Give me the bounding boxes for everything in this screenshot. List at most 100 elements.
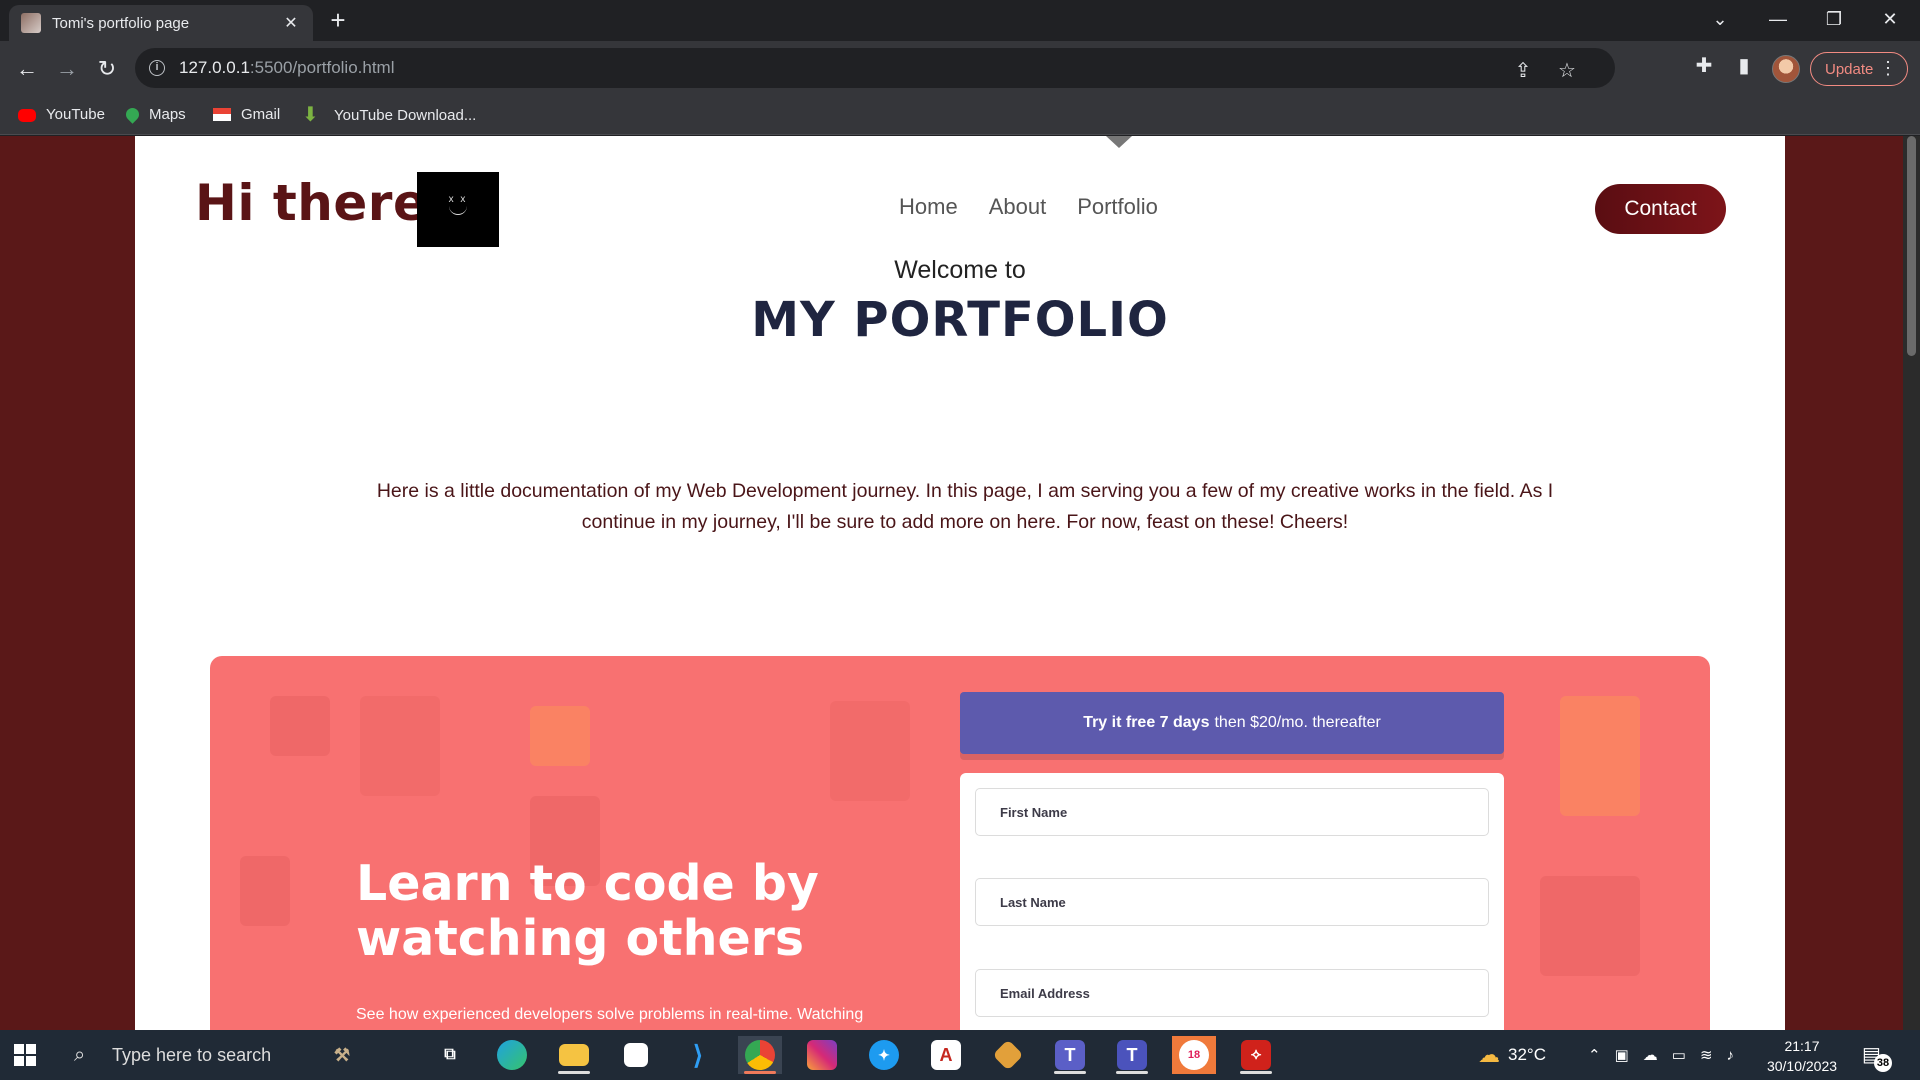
bookmark-youtube-download[interactable]: ⬇ YouTube Download... xyxy=(302,105,477,125)
promo-section: Learn to code by watching others See how… xyxy=(210,656,1710,1030)
url-path: :5500/portfolio.html xyxy=(249,58,395,77)
weather-widget[interactable]: ☁ 32°C xyxy=(1478,1030,1546,1080)
extensions-icon[interactable]: ✚ xyxy=(1690,53,1718,78)
signup-form xyxy=(960,773,1504,1030)
pdf-reader-icon[interactable]: ⟡ xyxy=(1234,1036,1278,1074)
update-button[interactable]: Update ⋮ xyxy=(1810,52,1908,86)
chrome-icon[interactable] xyxy=(738,1036,782,1074)
forward-icon[interactable]: → xyxy=(51,53,83,85)
system-tray: ⌃ ▣ ☁ ▭ ≋ ♪ xyxy=(1588,1030,1734,1080)
instagram-icon[interactable] xyxy=(800,1036,844,1074)
weather-icon: ☁ xyxy=(1478,1042,1500,1067)
store-icon[interactable] xyxy=(614,1036,658,1074)
youtube-icon xyxy=(18,109,36,122)
acrobat-a-icon[interactable]: A xyxy=(924,1036,968,1074)
tab-favicon-icon xyxy=(21,13,41,33)
new-tab-button[interactable]: + xyxy=(323,6,353,36)
main-nav: Home About Portfolio xyxy=(899,194,1158,220)
tray-chevron-icon[interactable]: ⌃ xyxy=(1588,1046,1601,1064)
nav-home[interactable]: Home xyxy=(899,194,958,220)
info-icon[interactable]: i xyxy=(149,60,165,76)
slack-badge: 18 xyxy=(1179,1040,1209,1070)
file-explorer-icon[interactable] xyxy=(552,1036,596,1074)
menu-dots-icon[interactable]: ⋮ xyxy=(1879,58,1897,79)
close-window-icon[interactable]: ✕ xyxy=(1867,0,1913,38)
promo-subtext: See how experienced developers solve pro… xyxy=(356,1006,864,1023)
bookmark-maps[interactable]: Maps xyxy=(123,105,186,124)
restore-icon[interactable]: ❐ xyxy=(1811,0,1857,38)
task-view-icon[interactable]: ⧉ xyxy=(428,1036,472,1074)
tab-strip: Tomi's portfolio page ✕ + ⌄ — ❐ ✕ xyxy=(0,0,1920,41)
bookmark-label: Maps xyxy=(149,106,186,123)
gmail-icon xyxy=(213,108,231,121)
notification-count: 38 xyxy=(1874,1054,1892,1072)
temperature: 32°C xyxy=(1508,1045,1546,1064)
decor-shape xyxy=(240,856,290,926)
last-name-field[interactable] xyxy=(975,878,1489,926)
browser-tab[interactable]: Tomi's portfolio page ✕ xyxy=(9,5,313,41)
bookmark-label: Gmail xyxy=(241,106,281,123)
windows-start-icon[interactable] xyxy=(14,1044,36,1066)
address-bar[interactable]: i 127.0.0.1:5500/portfolio.html ⇪ ☆ xyxy=(135,48,1615,88)
trial-bold: Try it free 7 days xyxy=(1083,714,1210,731)
twitter-icon[interactable]: ✦ xyxy=(862,1036,906,1074)
volume-icon[interactable]: ♪ xyxy=(1727,1047,1735,1064)
os-taskbar: ⌕ Type here to search ⚒ ⧉ ⟩ ✦ A T T 18 ⟡… xyxy=(0,1030,1920,1080)
edge-icon[interactable] xyxy=(490,1036,534,1074)
wifi-icon[interactable]: ≋ xyxy=(1700,1046,1713,1064)
onedrive-icon[interactable]: ☁ xyxy=(1643,1046,1658,1064)
teams-work-icon[interactable]: T xyxy=(1110,1036,1154,1074)
contact-button[interactable]: Contact xyxy=(1595,184,1726,234)
battery-icon[interactable]: ▭ xyxy=(1672,1046,1686,1064)
bookmark-label: YouTube xyxy=(46,106,105,123)
trial-rest: then $20/mo. thereafter xyxy=(1214,714,1381,731)
search-icon: ⌕ xyxy=(74,1043,86,1066)
scrollbar-thumb[interactable] xyxy=(1907,136,1916,356)
page-viewport: Hi there! x x Home About Portfolio Conta… xyxy=(0,136,1920,1030)
browser-toolbar: ← → ↻ i 127.0.0.1:5500/portfolio.html ⇪ … xyxy=(0,41,1920,97)
back-icon[interactable]: ← xyxy=(11,53,43,85)
bookmark-label: YouTube Download... xyxy=(334,106,477,124)
share-icon[interactable]: ⇪ xyxy=(1511,58,1535,83)
decor-shape xyxy=(530,706,590,766)
maps-pin-icon xyxy=(123,105,142,124)
star-icon[interactable]: ☆ xyxy=(1555,58,1579,83)
nav-about[interactable]: About xyxy=(989,194,1047,220)
decor-shape xyxy=(1540,876,1640,976)
email-field[interactable] xyxy=(975,969,1489,1017)
logo-face-mouth xyxy=(449,205,467,215)
slack-icon[interactable]: 18 xyxy=(1172,1036,1216,1074)
time: 21:17 xyxy=(1784,1038,1820,1054)
page-body: Hi there! x x Home About Portfolio Conta… xyxy=(135,136,1785,1030)
tools-icon[interactable]: ⚒ xyxy=(320,1036,364,1074)
profile-avatar[interactable] xyxy=(1772,55,1800,83)
intro-paragraph: Here is a little documentation of my Web… xyxy=(376,480,1554,533)
reload-icon[interactable]: ↻ xyxy=(91,53,123,85)
bookmark-gmail[interactable]: Gmail xyxy=(213,106,280,123)
url-host: 127.0.0.1 xyxy=(179,58,250,77)
page-scrollbar[interactable] xyxy=(1903,136,1920,1030)
taskbar-search[interactable]: ⌕ Type here to search xyxy=(62,1030,312,1080)
nav-portfolio[interactable]: Portfolio xyxy=(1077,194,1158,220)
update-label: Update xyxy=(1825,60,1874,78)
welcome-text: Welcome to xyxy=(894,256,1026,284)
tab-search-icon[interactable]: ⌄ xyxy=(1697,0,1743,38)
minimize-icon[interactable]: — xyxy=(1755,0,1801,38)
decor-shape xyxy=(1560,696,1640,816)
scroll-notch xyxy=(1106,136,1132,148)
decor-shape xyxy=(270,696,330,756)
git-icon[interactable] xyxy=(986,1036,1030,1074)
first-name-field[interactable] xyxy=(975,788,1489,836)
vscode-icon[interactable]: ⟩ xyxy=(676,1036,720,1074)
date: 30/10/2023 xyxy=(1766,1058,1838,1074)
promo-heading: Learn to code by watching others xyxy=(356,855,819,967)
taskbar-clock[interactable]: 21:17 30/10/2023 xyxy=(1762,1036,1842,1076)
teams-icon[interactable]: T xyxy=(1048,1036,1092,1074)
tab-close-icon[interactable]: ✕ xyxy=(281,13,301,33)
sidepanel-icon[interactable]: ▮ xyxy=(1730,53,1758,78)
bookmarks-bar: YouTube Maps Gmail ⬇ YouTube Download... xyxy=(0,97,1920,135)
logo-face-eyes: x x xyxy=(448,194,468,205)
bookmark-youtube[interactable]: YouTube xyxy=(18,106,105,123)
camera-icon[interactable]: ▣ xyxy=(1615,1046,1629,1064)
notification-icon[interactable]: ▤ 38 xyxy=(1862,1042,1892,1072)
